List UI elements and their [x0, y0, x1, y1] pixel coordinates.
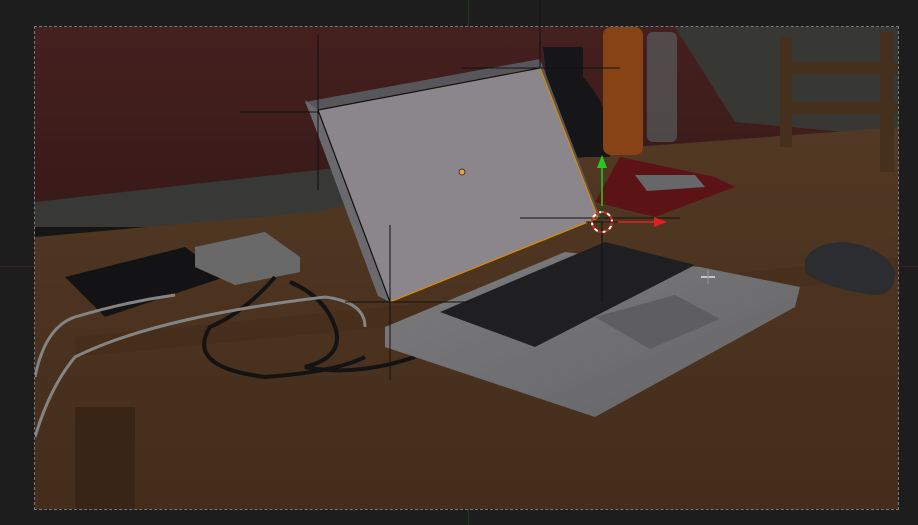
- camera-frame: [34, 26, 899, 510]
- background-image: [35, 27, 898, 509]
- 3d-viewport[interactable]: [0, 0, 918, 525]
- image-dim-overlay: [35, 27, 898, 509]
